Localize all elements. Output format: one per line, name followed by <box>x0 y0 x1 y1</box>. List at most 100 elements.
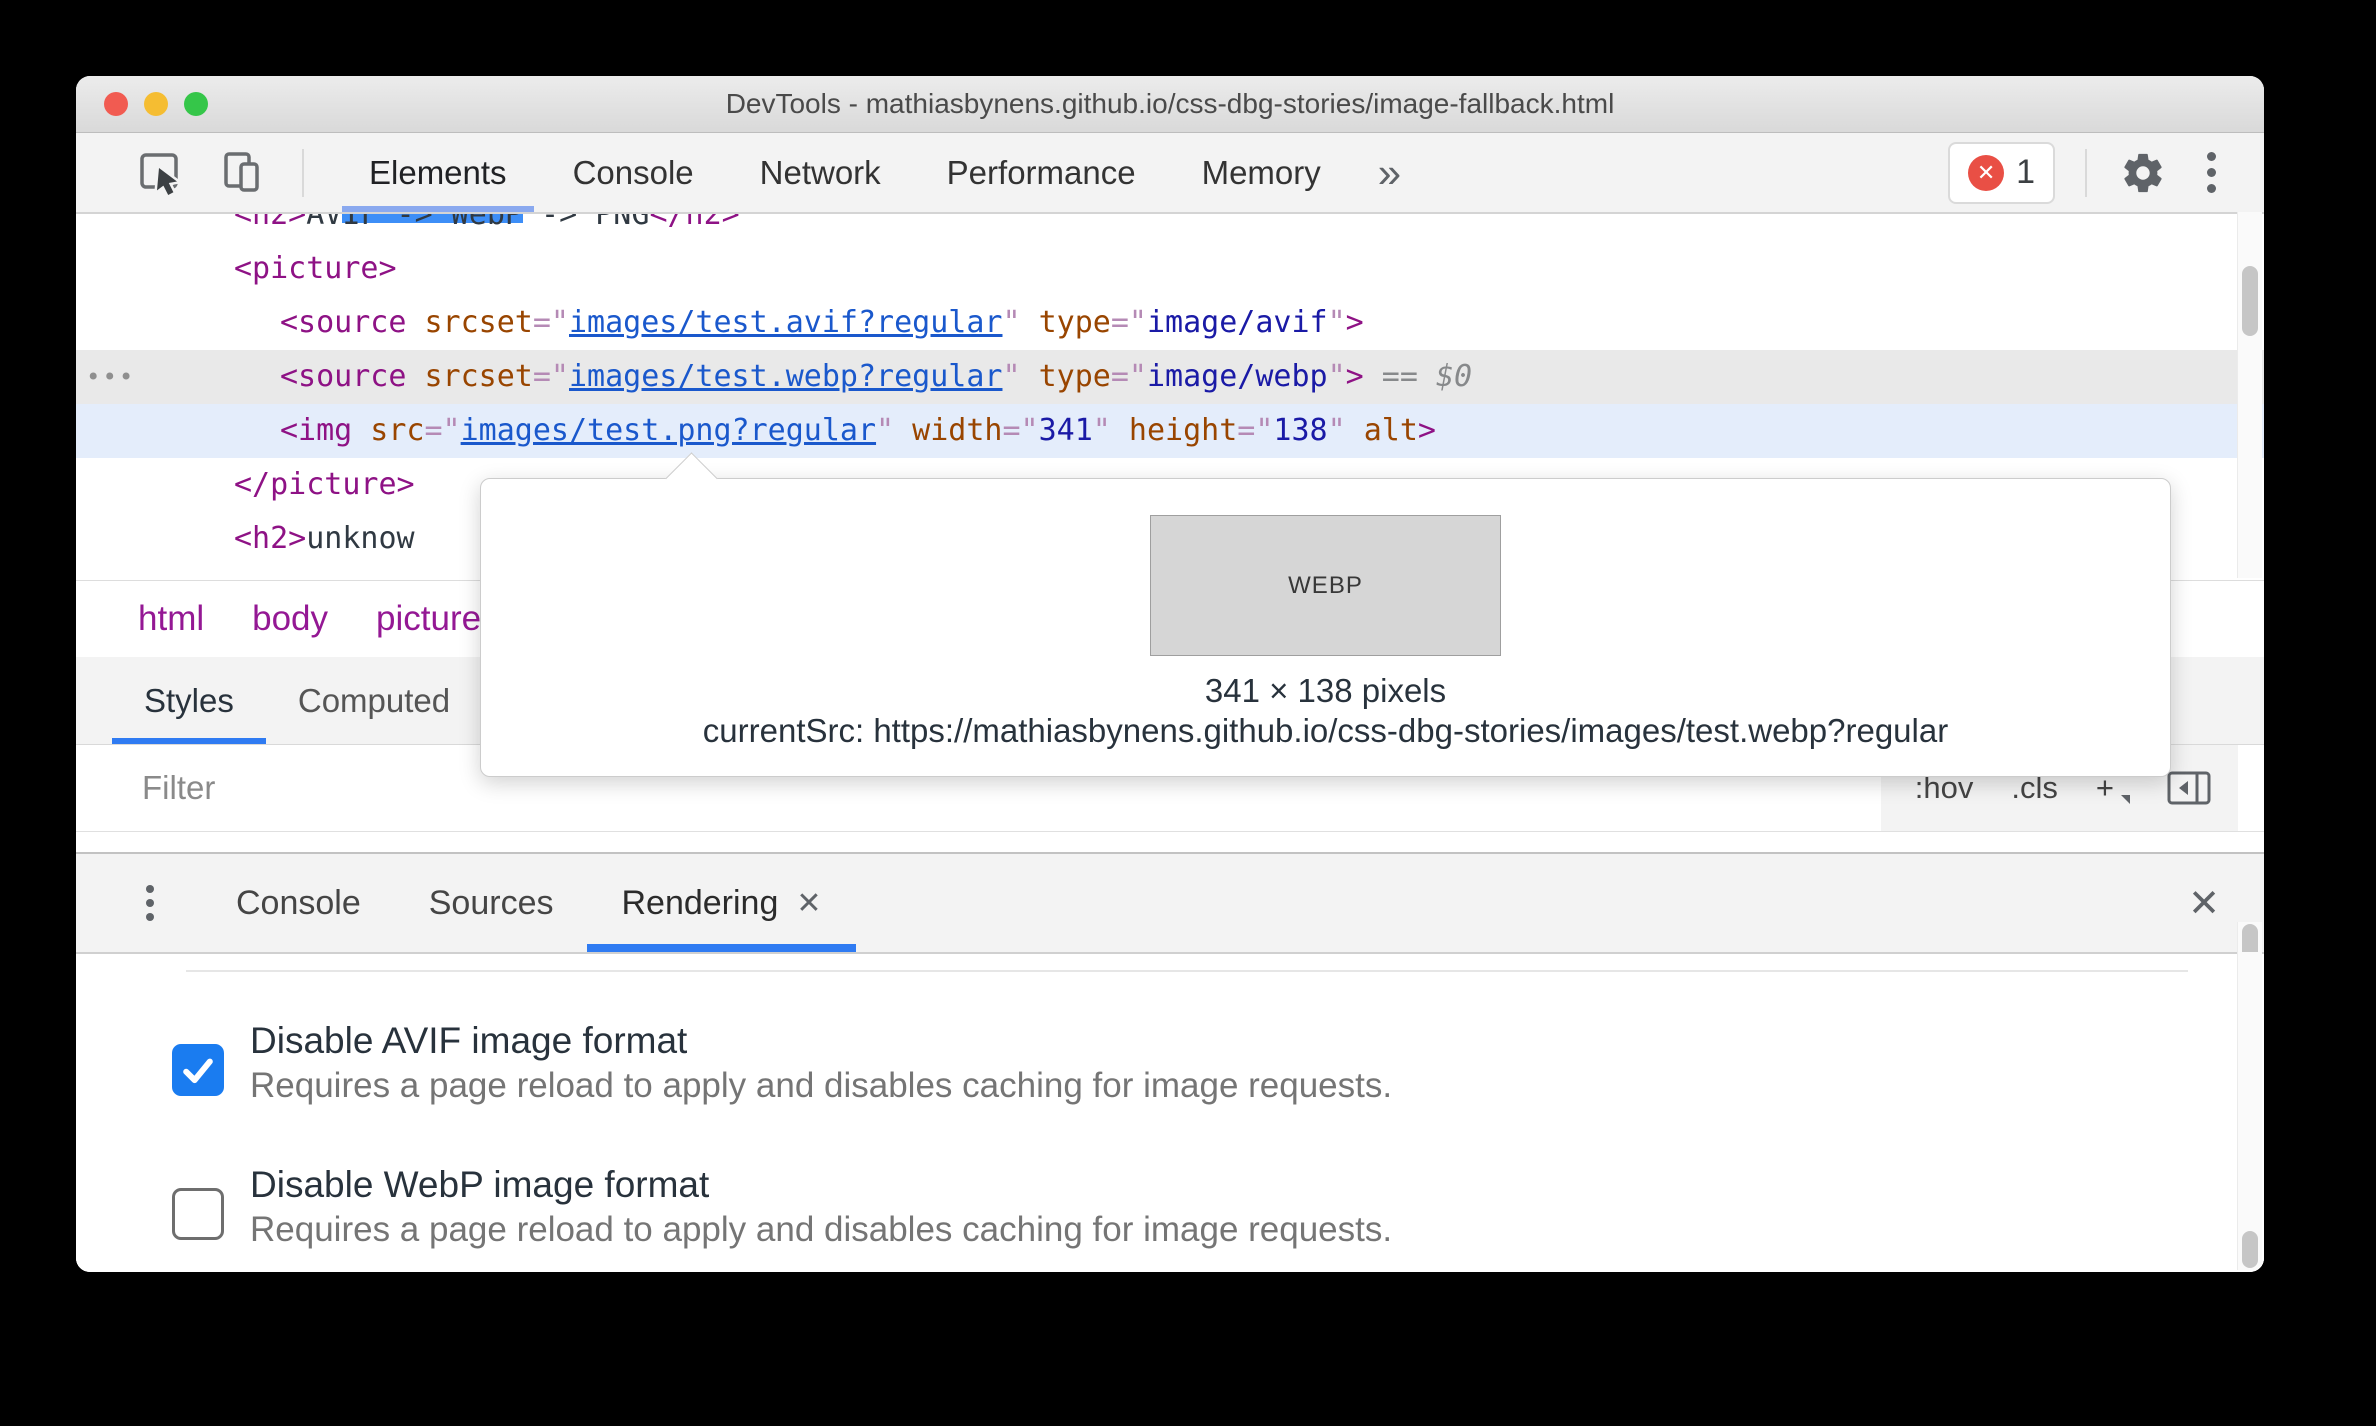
tab-performance[interactable]: Performance <box>914 133 1169 212</box>
tab-console[interactable]: Console <box>540 133 727 212</box>
breadcrumb-body[interactable]: body <box>252 599 328 639</box>
code-token: image/webp <box>1146 359 1328 394</box>
hover-ellipsis-icon[interactable]: ••• <box>86 350 135 404</box>
drawer-tab-console[interactable]: Console <box>202 854 395 952</box>
tab-computed[interactable]: Computed <box>266 657 482 744</box>
code-token: </h2> <box>649 214 740 232</box>
error-count-badge[interactable]: ✕ 1 <box>1948 141 2055 204</box>
image-preview-tooltip: WEBP 341 × 138 pixels currentSrc: https:… <box>480 452 2171 777</box>
titlebar: DevTools - mathiasbynens.github.io/css-d… <box>76 76 2264 133</box>
tab-network[interactable]: Network <box>727 133 914 212</box>
code-token: =" <box>532 359 569 394</box>
window-title: DevTools - mathiasbynens.github.io/css-d… <box>725 88 1615 119</box>
disable-avif-checkbox[interactable] <box>172 1044 224 1096</box>
code-token: > <box>1417 413 1436 448</box>
code-token: == <box>1363 359 1436 394</box>
code-token: <h2> <box>234 214 307 232</box>
devtools-toolbar: Elements Console Network Performance Mem… <box>76 133 2264 214</box>
panel-tabs: Elements Console Network Performance Mem… <box>336 133 1354 212</box>
code-token: $0 <box>1435 359 1473 394</box>
code-token: IF -> WebP <box>342 214 523 232</box>
resource-link[interactable]: images/test.png?regular <box>461 413 876 448</box>
disable-webp-checkbox[interactable] <box>172 1188 224 1240</box>
toolbar-divider <box>302 148 304 197</box>
error-icon: ✕ <box>1968 154 2005 191</box>
code-token: =" <box>1237 413 1274 448</box>
code-token: " <box>1327 413 1364 448</box>
image-current-src: currentSrc: https://mathiasbynens.github… <box>702 712 1949 749</box>
code-token: " <box>1327 305 1346 340</box>
code-token: height <box>1128 413 1238 448</box>
code-token: > <box>1345 359 1364 394</box>
option-label[interactable]: Disable AVIF image format <box>250 1018 1392 1064</box>
code-token: </picture> <box>234 467 415 502</box>
check-icon <box>183 1058 213 1084</box>
devtools-window: DevTools - mathiasbynens.github.io/css-d… <box>76 76 2264 1272</box>
resource-link[interactable]: images/test.webp?regular <box>569 359 1002 394</box>
code-token: alt <box>1363 413 1418 448</box>
code-line[interactable]: <h2>AVIF -> WebP -> PNG</h2> <box>76 214 2264 242</box>
close-drawer-icon[interactable]: ✕ <box>2144 881 2264 926</box>
code-token: =" <box>1002 413 1039 448</box>
image-dimensions: 341 × 138 pixels <box>1204 672 1447 709</box>
code-token: type <box>1020 305 1111 340</box>
drawer: Console Sources Rendering ✕ ✕ Disable AV… <box>76 852 2264 1272</box>
code-token: 341 <box>1038 413 1093 448</box>
kebab-menu-icon[interactable] <box>2199 152 2224 193</box>
tab-memory[interactable]: Memory <box>1169 133 1354 212</box>
settings-gear-icon[interactable] <box>2117 147 2169 199</box>
resource-link[interactable]: images/test.avif?regular <box>569 305 1002 340</box>
dropdown-caret-icon <box>2121 795 2130 804</box>
code-token: =" <box>1110 359 1147 394</box>
toggle-sidebar-icon[interactable] <box>2166 769 2212 807</box>
code-token: <source <box>280 305 407 340</box>
drawer-tabs: Console Sources Rendering ✕ ✕ <box>76 854 2264 954</box>
code-token: src <box>352 413 425 448</box>
code-token: AV <box>306 214 343 232</box>
breadcrumb-picture[interactable]: picture <box>376 599 481 639</box>
code-token: " <box>1002 359 1021 394</box>
image-preview-label: WEBP <box>1288 571 1363 599</box>
drawer-tab-sources[interactable]: Sources <box>395 854 588 952</box>
image-preview-thumbnail: WEBP <box>1150 515 1501 656</box>
code-line[interactable]: <picture> <box>76 242 2264 296</box>
code-line[interactable]: <img src="images/test.png?regular" width… <box>76 404 2264 458</box>
code-token: <picture> <box>234 251 397 286</box>
error-count: 1 <box>2016 153 2035 191</box>
option-disable-webp: Disable WebP image format Requires a pag… <box>172 1162 2264 1252</box>
rendering-panel: Disable AVIF image format Requires a pag… <box>76 970 2264 1272</box>
option-description: Requires a page reload to apply and disa… <box>250 1066 1393 1105</box>
code-token: image/avif <box>1146 305 1328 340</box>
code-token: width <box>912 413 1003 448</box>
code-token: unknow <box>306 521 415 556</box>
code-token: -> PNG <box>523 214 650 232</box>
code-token: =" <box>424 413 461 448</box>
code-line[interactable]: ••• <source srcset="images/test.webp?regu… <box>76 350 2264 404</box>
code-token: " <box>1002 305 1021 340</box>
code-token: =" <box>1110 305 1147 340</box>
code-token: <source <box>280 359 407 394</box>
tab-elements[interactable]: Elements <box>336 133 540 212</box>
breadcrumb-html[interactable]: html <box>138 599 204 639</box>
close-tab-icon[interactable]: ✕ <box>796 886 821 921</box>
drawer-tab-rendering[interactable]: Rendering ✕ <box>587 854 856 952</box>
code-token: <img <box>280 413 353 448</box>
code-token: " <box>1092 413 1129 448</box>
code-token: " <box>1327 359 1346 394</box>
drawer-scrollbar[interactable] <box>2237 952 2262 1270</box>
code-token: srcset <box>406 305 533 340</box>
elements-scrollbar[interactable] <box>2237 212 2262 578</box>
drawer-kebab-menu-icon[interactable] <box>146 885 154 921</box>
tab-styles[interactable]: Styles <box>112 657 266 744</box>
code-token: " <box>876 413 913 448</box>
more-tabs-icon[interactable]: » <box>1354 133 1425 212</box>
code-line[interactable]: <source srcset="images/test.avif?regular… <box>76 296 2264 350</box>
option-label[interactable]: Disable WebP image format <box>250 1162 1392 1208</box>
section-divider <box>186 970 2188 972</box>
inspect-element-icon[interactable] <box>134 147 186 199</box>
code-token: =" <box>532 305 569 340</box>
device-toolbar-icon[interactable] <box>216 147 268 199</box>
option-disable-avif: Disable AVIF image format Requires a pag… <box>172 1018 2264 1108</box>
code-token: 138 <box>1273 413 1328 448</box>
code-token: type <box>1020 359 1111 394</box>
